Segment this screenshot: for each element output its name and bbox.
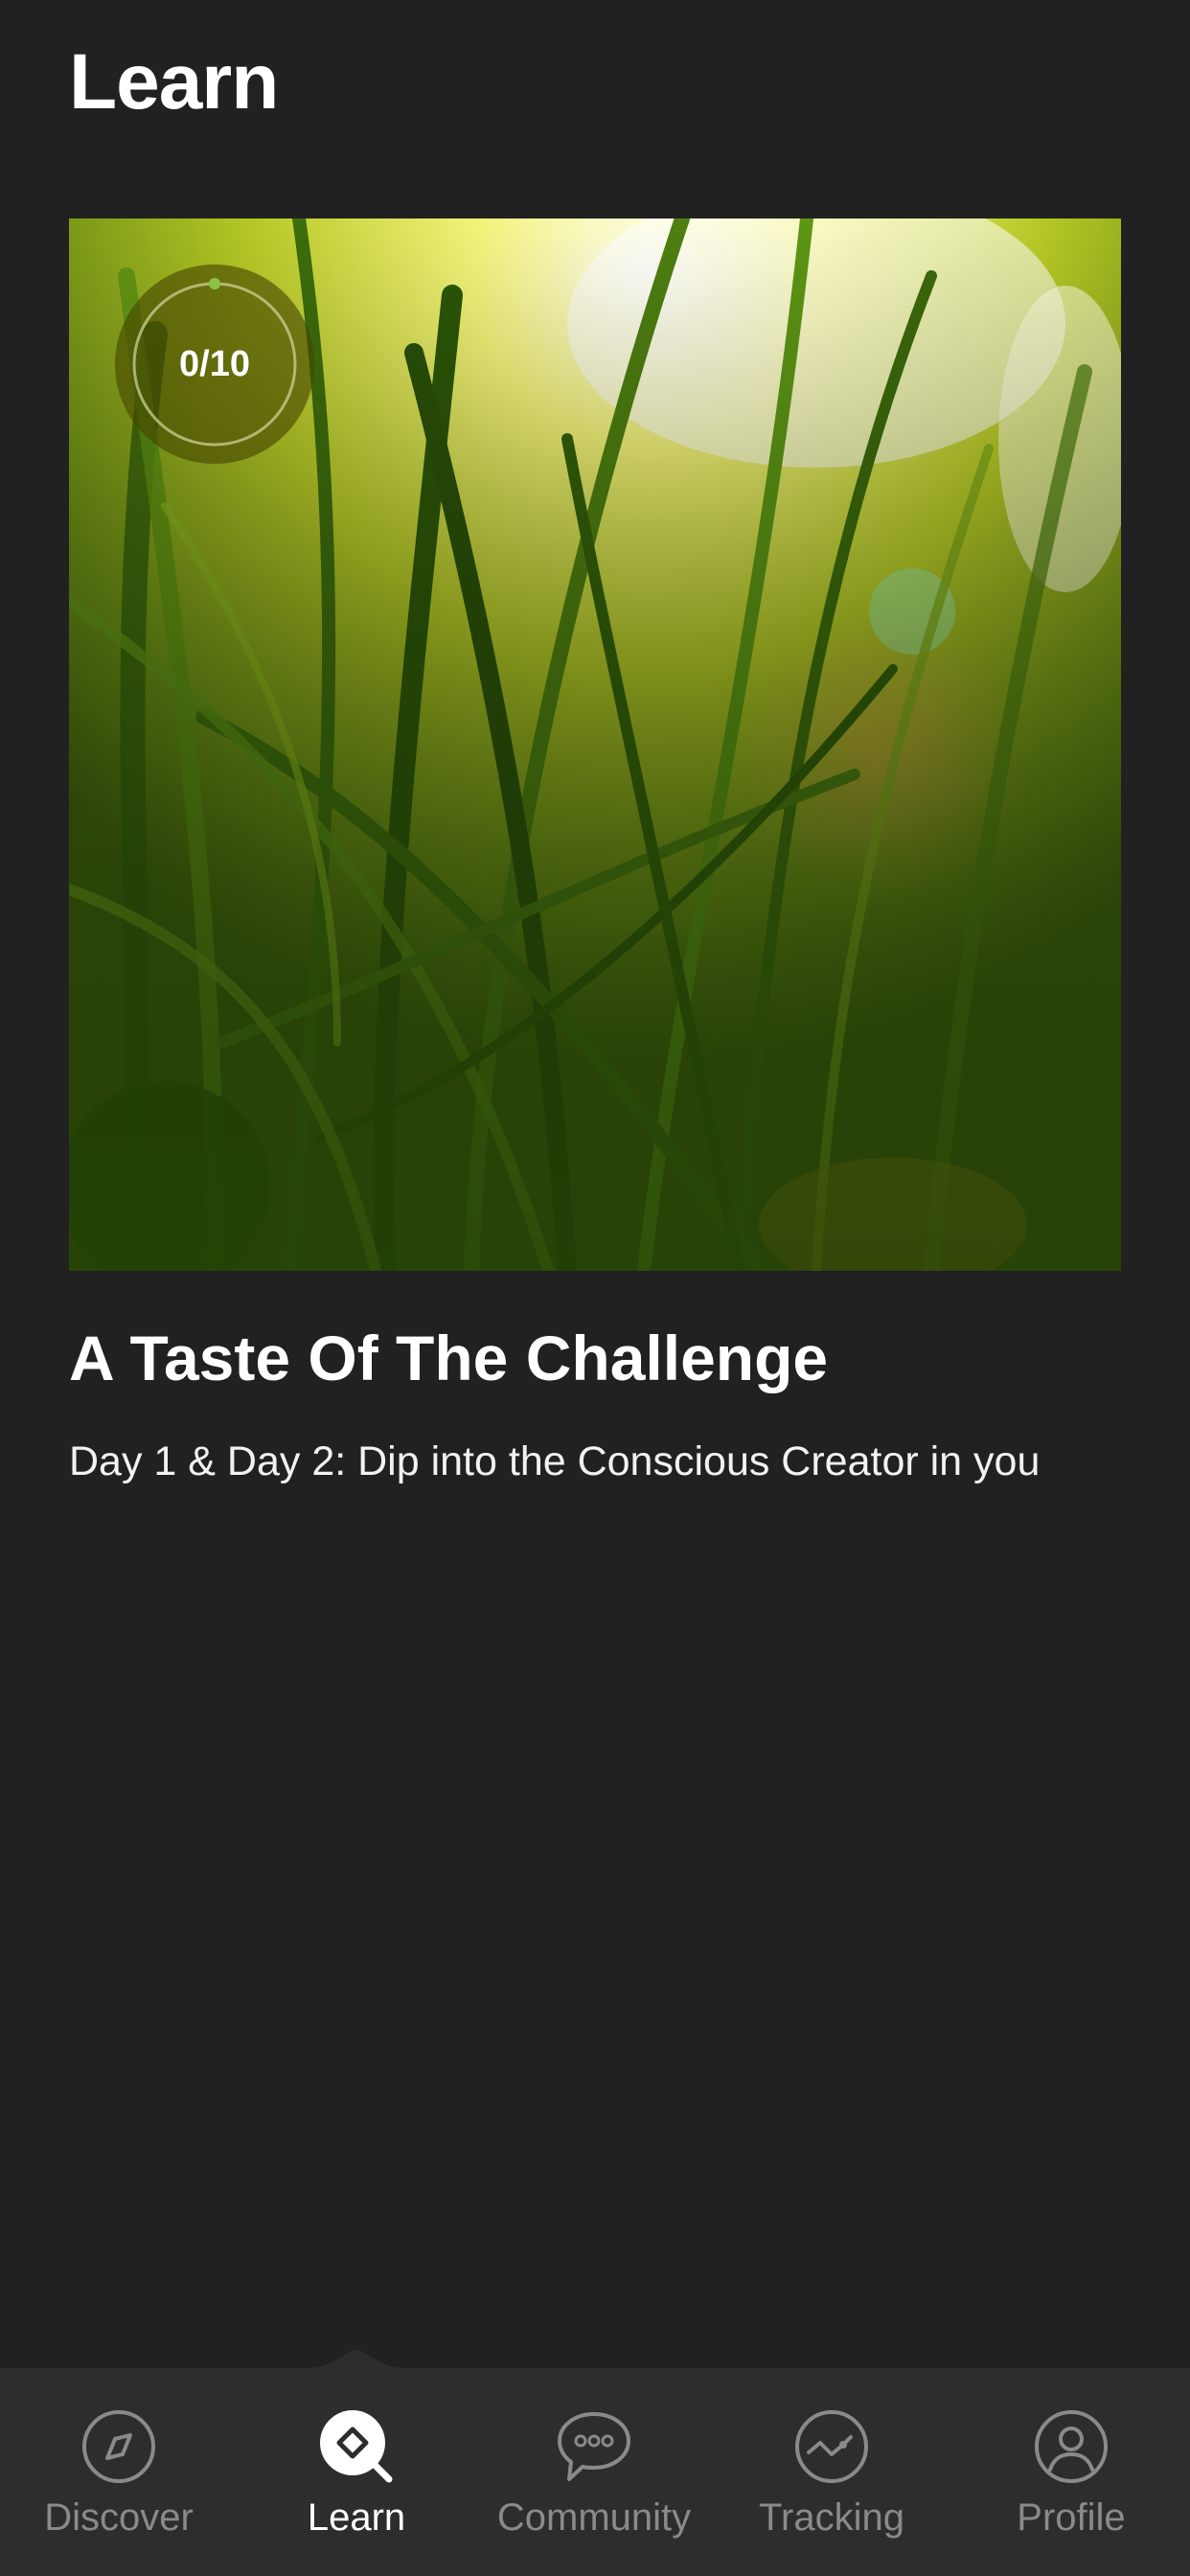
tab-discover[interactable]: Discover <box>0 2368 238 2576</box>
chart-line-icon <box>793 2408 870 2485</box>
course-subtitle: Day 1 & Day 2: Dip into the Conscious Cr… <box>69 1438 1041 1484</box>
chat-bubble-icon <box>556 2408 632 2485</box>
tab-label-tracking: Tracking <box>759 2496 904 2539</box>
learn-search-icon <box>318 2408 395 2485</box>
tab-label-community: Community <box>496 2496 692 2539</box>
tab-label-profile: Profile <box>1017 2496 1126 2539</box>
tab-learn[interactable]: Learn <box>238 2368 475 2576</box>
course-title[interactable]: A Taste Of The Challenge <box>69 1315 828 1401</box>
user-icon <box>1033 2408 1110 2485</box>
compass-icon <box>80 2408 157 2485</box>
tab-profile[interactable]: Profile <box>952 2368 1190 2576</box>
learn-screen: Learn 0/10 A Taste Of The Challenge Day … <box>0 0 1190 2576</box>
tab-label-discover: Discover <box>44 2496 194 2539</box>
tab-tracking[interactable]: Tracking <box>713 2368 950 2576</box>
page-title: Learn <box>69 38 279 126</box>
course-card[interactable]: 0/10 <box>69 218 1121 1271</box>
tab-community[interactable]: Community <box>475 2368 713 2576</box>
progress-text: 0/10 <box>179 344 250 384</box>
progress-ring: 0/10 <box>115 264 314 464</box>
tab-label-learn: Learn <box>307 2496 406 2539</box>
